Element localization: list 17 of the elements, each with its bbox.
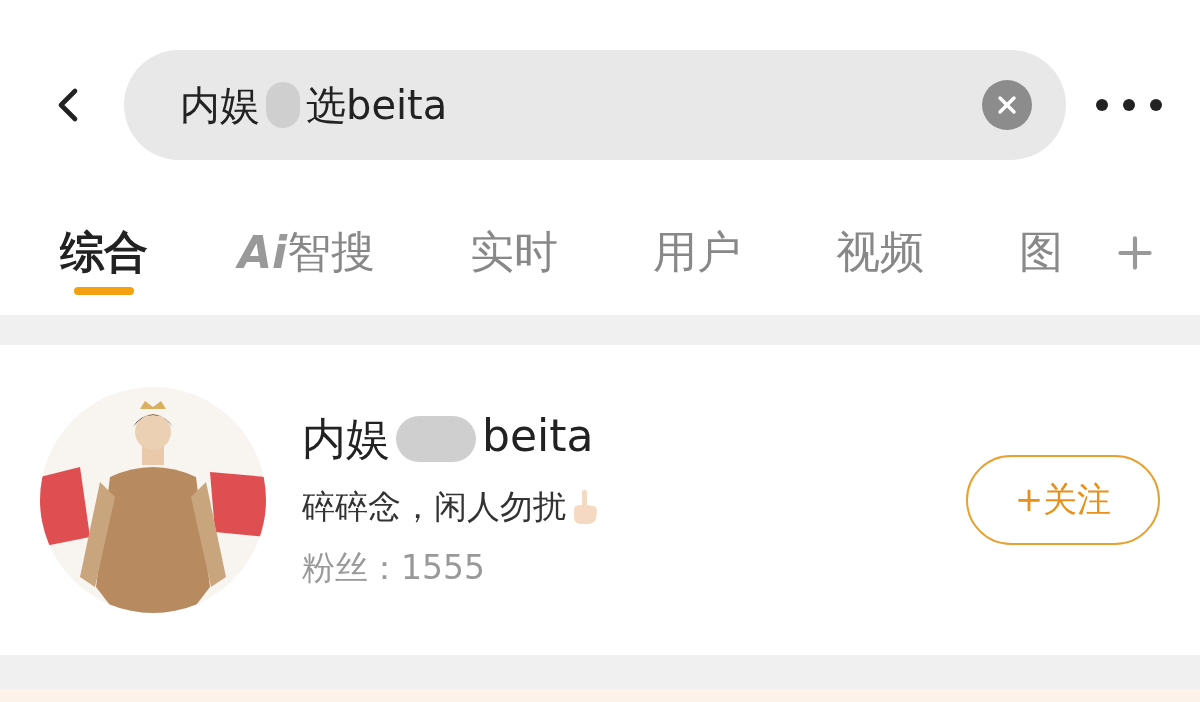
tab[interactable]: 视频 [836,190,925,315]
user-bio: 碎碎念，闲人勿扰 [302,485,566,528]
tab[interactable]: 图 [1019,190,1064,315]
search-field[interactable]: 内娱 选beita [124,50,1066,160]
more-icon[interactable] [1094,97,1164,113]
hand-icon [572,489,598,525]
tab[interactable]: 综合 [60,190,148,315]
tab[interactable]: 用户 [653,190,742,315]
blur-mark [266,82,300,128]
follow-button[interactable]: +关注 [966,455,1160,545]
clear-button[interactable] [982,80,1032,130]
search-text: 选beita [306,80,448,130]
user-name[interactable]: beita [482,409,594,461]
tab[interactable]: 实时 [470,190,559,315]
search-text: 内娱 [180,80,260,130]
fans-count: 粉丝：1555 [302,546,486,589]
user-name[interactable]: 内娱 [302,409,390,469]
